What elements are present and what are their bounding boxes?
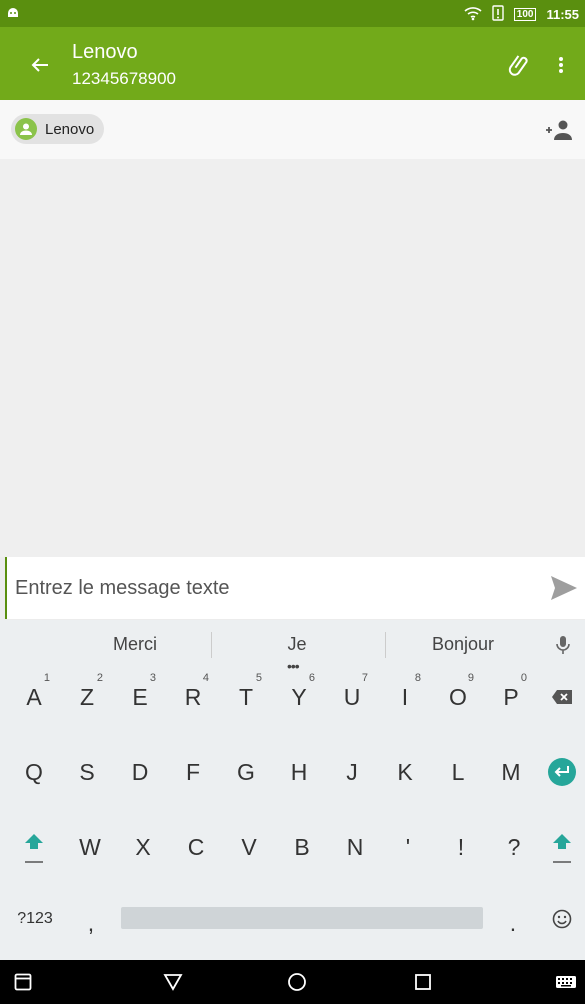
key-k[interactable]: K [379, 743, 431, 801]
triangle-back-icon [163, 974, 183, 991]
key-n[interactable]: N [329, 818, 381, 876]
navigation-bar [0, 960, 585, 1004]
conversation-title: Lenovo [72, 41, 138, 63]
send-icon [551, 576, 577, 600]
battery-icon: 100 [513, 7, 537, 21]
person-icon [20, 123, 32, 135]
key-f[interactable]: F [167, 743, 219, 801]
key-d[interactable]: D [114, 743, 166, 801]
key-exclamation[interactable]: ! [435, 818, 487, 876]
recipients-bar: Lenovo [0, 100, 585, 159]
suggestion-strip: Merci Je ••• Bonjour [0, 620, 585, 674]
screenshot-button[interactable] [6, 966, 40, 998]
key-h[interactable]: H [273, 743, 325, 801]
wifi-icon [464, 5, 482, 24]
sim-alert-icon [492, 4, 504, 24]
window-icon [14, 973, 32, 991]
smiley-icon [552, 909, 572, 929]
key-z[interactable]: Z2 [61, 668, 113, 726]
key-a[interactable]: A1 [8, 668, 60, 726]
period-key[interactable]: . [488, 894, 538, 952]
enter-key[interactable] [540, 743, 584, 801]
send-button[interactable] [547, 571, 581, 605]
phone-number: 12345678900 [72, 69, 177, 88]
microphone-icon [556, 636, 570, 654]
recents-button[interactable] [406, 966, 440, 998]
key-s[interactable]: S [61, 743, 113, 801]
key-o[interactable]: O9 [432, 668, 484, 726]
key-p[interactable]: P0 [485, 668, 537, 726]
message-input[interactable] [5, 557, 525, 619]
key-r[interactable]: R4 [167, 668, 219, 726]
key-u[interactable]: U7 [326, 668, 378, 726]
symbols-key[interactable]: ?123 [4, 890, 66, 948]
backspace-icon [552, 690, 572, 704]
shift-icon [25, 834, 43, 863]
key-g[interactable]: G [220, 743, 272, 801]
key-t[interactable]: T5 [220, 668, 272, 726]
soft-keyboard: Merci Je ••• Bonjour A1 Z2 E3 R4 T5 Y6 U… [0, 620, 585, 960]
clock: 11:55 [546, 6, 579, 22]
conversation-area [0, 159, 585, 557]
key-question[interactable]: ? [488, 818, 540, 876]
shift-key-left[interactable] [8, 818, 60, 876]
key-w[interactable]: W [64, 818, 116, 876]
key-c[interactable]: C [170, 818, 222, 876]
home-button[interactable] [280, 966, 314, 998]
emoji-key[interactable] [540, 890, 584, 948]
attach-button[interactable] [503, 49, 535, 81]
keyboard-icon [556, 976, 576, 988]
shift-key-right[interactable] [540, 818, 584, 876]
space-bar[interactable] [121, 907, 483, 929]
key-v[interactable]: V [223, 818, 275, 876]
back-button[interactable] [22, 47, 58, 83]
paperclip-icon [508, 55, 528, 76]
status-bar: 100 11:55 [0, 0, 585, 27]
add-recipient-button[interactable] [543, 114, 575, 146]
suggestion-2[interactable]: Je [212, 634, 382, 655]
key-q[interactable]: Q [8, 743, 60, 801]
key-i[interactable]: I8 [379, 668, 431, 726]
more-vert-icon [559, 57, 563, 73]
keyboard-switch-button[interactable] [549, 966, 583, 998]
android-notification-icon [6, 5, 20, 24]
key-x[interactable]: X [117, 818, 169, 876]
key-m[interactable]: M [485, 743, 537, 801]
key-b[interactable]: B [276, 818, 328, 876]
key-y[interactable]: Y6 [273, 668, 325, 726]
circle-home-icon [288, 973, 306, 991]
key-l[interactable]: L [432, 743, 484, 801]
voice-input-button[interactable] [551, 632, 575, 658]
key-e[interactable]: E3 [114, 668, 166, 726]
suggestion-1[interactable]: Merci [50, 634, 220, 655]
app-bar: Lenovo 12345678900 [0, 27, 585, 100]
key-apostrophe[interactable]: ' [382, 818, 434, 876]
recipient-name: Lenovo [45, 120, 95, 138]
overflow-menu-button[interactable] [551, 49, 571, 81]
arrow-back-icon [31, 58, 48, 72]
add-person-icon [546, 120, 572, 140]
key-j[interactable]: J [326, 743, 378, 801]
avatar [15, 118, 37, 140]
backspace-key[interactable] [540, 668, 584, 726]
suggestion-3[interactable]: Bonjour [378, 634, 548, 655]
composer [5, 557, 585, 619]
square-recents-icon [415, 974, 431, 990]
enter-icon [548, 758, 576, 786]
shift-icon [553, 834, 571, 863]
back-nav-button[interactable] [156, 966, 190, 998]
comma-key[interactable]: , [66, 894, 116, 952]
recipient-chip[interactable]: Lenovo [11, 114, 105, 144]
